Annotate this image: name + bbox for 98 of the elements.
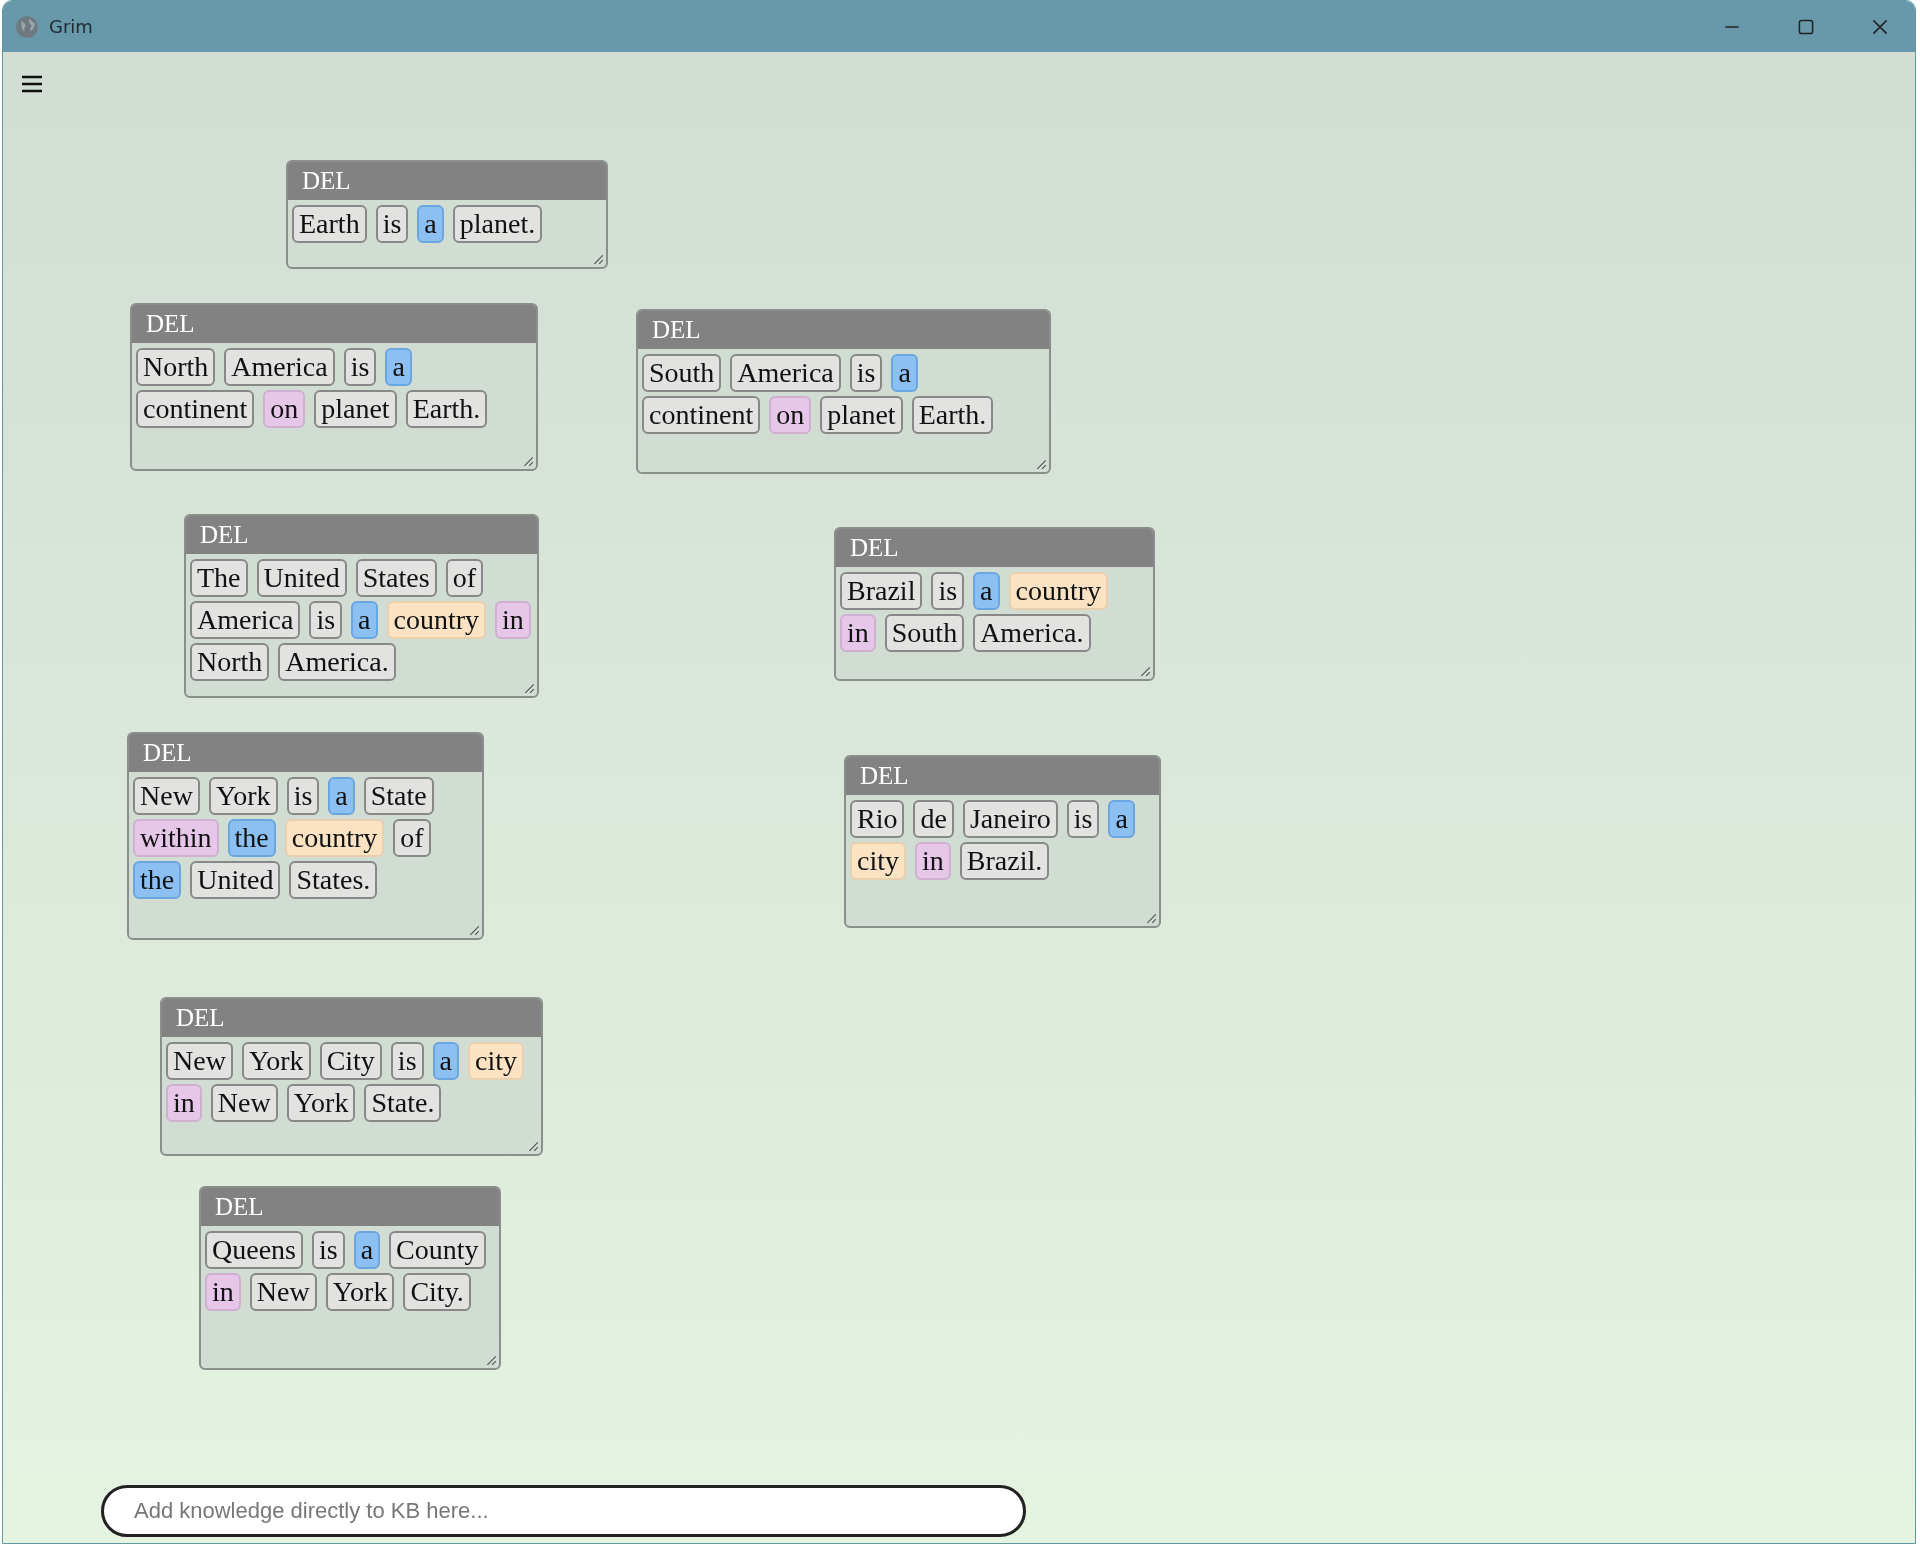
word-token[interactable]: County (389, 1231, 486, 1269)
resize-grip-icon[interactable] (592, 253, 604, 265)
word-token[interactable]: is (286, 777, 320, 815)
word-token[interactable]: continent (136, 390, 255, 428)
word-token[interactable]: New (133, 777, 200, 815)
word-token[interactable]: continent (642, 396, 761, 434)
knowledge-input-field[interactable]: Add knowledge directly to KB here... (101, 1485, 1026, 1537)
delete-button[interactable]: DEL (302, 167, 351, 195)
word-token[interactable]: America. (278, 643, 396, 681)
delete-button[interactable]: DEL (143, 739, 192, 767)
delete-button[interactable]: DEL (850, 534, 899, 562)
resize-grip-icon[interactable] (527, 1140, 539, 1152)
word-token[interactable]: Earth (292, 205, 367, 243)
delete-button[interactable]: DEL (176, 1004, 225, 1032)
word-token[interactable]: York (241, 1042, 311, 1080)
word-token[interactable]: New (166, 1042, 233, 1080)
word-token[interactable]: a (417, 205, 444, 243)
word-token[interactable]: city (468, 1042, 524, 1080)
window-title: Grim (49, 16, 93, 37)
word-token[interactable]: America. (973, 614, 1091, 652)
word-token[interactable]: New (249, 1273, 317, 1311)
word-token[interactable]: a (328, 777, 355, 815)
word-token[interactable]: City. (403, 1273, 471, 1311)
word-token[interactable]: Queens (205, 1231, 303, 1269)
word-token[interactable]: country (386, 601, 487, 639)
word-token[interactable]: Earth. (911, 396, 994, 434)
word-token[interactable]: is (1066, 800, 1100, 838)
delete-button[interactable]: DEL (146, 310, 195, 338)
word-token[interactable]: United (256, 559, 347, 597)
word-token[interactable]: the (227, 819, 276, 857)
word-token[interactable]: States. (289, 861, 378, 899)
resize-grip-icon[interactable] (1145, 912, 1157, 924)
word-token[interactable]: in (495, 601, 531, 639)
word-token[interactable]: planet. (452, 205, 543, 243)
resize-grip-icon[interactable] (1035, 458, 1047, 470)
word-token[interactable]: The (190, 559, 248, 597)
word-token[interactable]: within (133, 819, 219, 857)
word-token[interactable]: a (353, 1231, 381, 1269)
delete-button[interactable]: DEL (652, 316, 701, 344)
word-token[interactable]: State. (364, 1084, 442, 1122)
resize-grip-icon[interactable] (1139, 665, 1151, 677)
word-token[interactable]: on (769, 396, 812, 434)
word-token[interactable]: in (840, 614, 876, 652)
word-token[interactable]: North (190, 643, 270, 681)
word-token[interactable]: Brazil. (959, 842, 1050, 880)
word-token[interactable]: States (355, 559, 437, 597)
word-token[interactable]: country (1008, 572, 1109, 610)
word-token[interactable]: South (884, 614, 965, 652)
word-token[interactable]: of (393, 819, 431, 857)
word-token[interactable]: New (210, 1084, 278, 1122)
word-token[interactable]: a (891, 354, 918, 392)
word-token[interactable]: America (224, 348, 335, 386)
word-token[interactable]: a (432, 1042, 459, 1080)
word-token[interactable]: country (284, 819, 385, 857)
menu-icon[interactable] (21, 75, 43, 93)
word-token[interactable]: in (205, 1273, 241, 1311)
word-token[interactable]: America (190, 601, 301, 639)
word-token[interactable]: is (849, 354, 883, 392)
delete-button[interactable]: DEL (860, 762, 909, 790)
word-token[interactable]: city (850, 842, 906, 880)
word-token[interactable]: Rio (850, 800, 905, 838)
word-token[interactable]: York (286, 1084, 356, 1122)
word-token[interactable]: State (363, 777, 434, 815)
word-token[interactable]: of (445, 559, 483, 597)
word-token[interactable]: the (133, 861, 182, 899)
word-token[interactable]: planet (820, 396, 903, 434)
word-token[interactable]: a (1108, 800, 1135, 838)
delete-button[interactable]: DEL (200, 521, 249, 549)
delete-button[interactable]: DEL (215, 1193, 264, 1221)
word-token[interactable]: York (325, 1273, 395, 1311)
word-token[interactable]: North (136, 348, 216, 386)
resize-grip-icon[interactable] (485, 1354, 497, 1366)
word-token[interactable]: a (351, 601, 378, 639)
word-token[interactable]: is (309, 601, 343, 639)
word-token[interactable]: Janeiro (962, 800, 1058, 838)
word-token[interactable]: United (190, 861, 281, 899)
word-token[interactable]: de (913, 800, 954, 838)
word-token[interactable]: is (931, 572, 965, 610)
resize-grip-icon[interactable] (522, 455, 534, 467)
word-token[interactable]: a (385, 348, 412, 386)
word-token[interactable]: on (263, 390, 306, 428)
word-token[interactable]: South (642, 354, 722, 392)
resize-grip-icon[interactable] (468, 924, 480, 936)
word-token[interactable]: in (915, 842, 951, 880)
word-token[interactable]: City (319, 1042, 382, 1080)
word-token[interactable]: is (375, 205, 409, 243)
word-token[interactable]: is (312, 1231, 345, 1269)
word-token[interactable]: Brazil (840, 572, 923, 610)
resize-grip-icon[interactable] (523, 682, 535, 694)
word-token[interactable]: in (166, 1084, 202, 1122)
word-token[interactable]: America (730, 354, 841, 392)
word-token[interactable]: planet (314, 390, 397, 428)
word-token[interactable]: is (343, 348, 377, 386)
word-token[interactable]: Earth. (405, 390, 488, 428)
globe-icon (15, 14, 39, 39)
word-token[interactable]: York (208, 777, 278, 815)
word-token[interactable]: is (390, 1042, 424, 1080)
word-token[interactable]: a (973, 572, 1000, 610)
